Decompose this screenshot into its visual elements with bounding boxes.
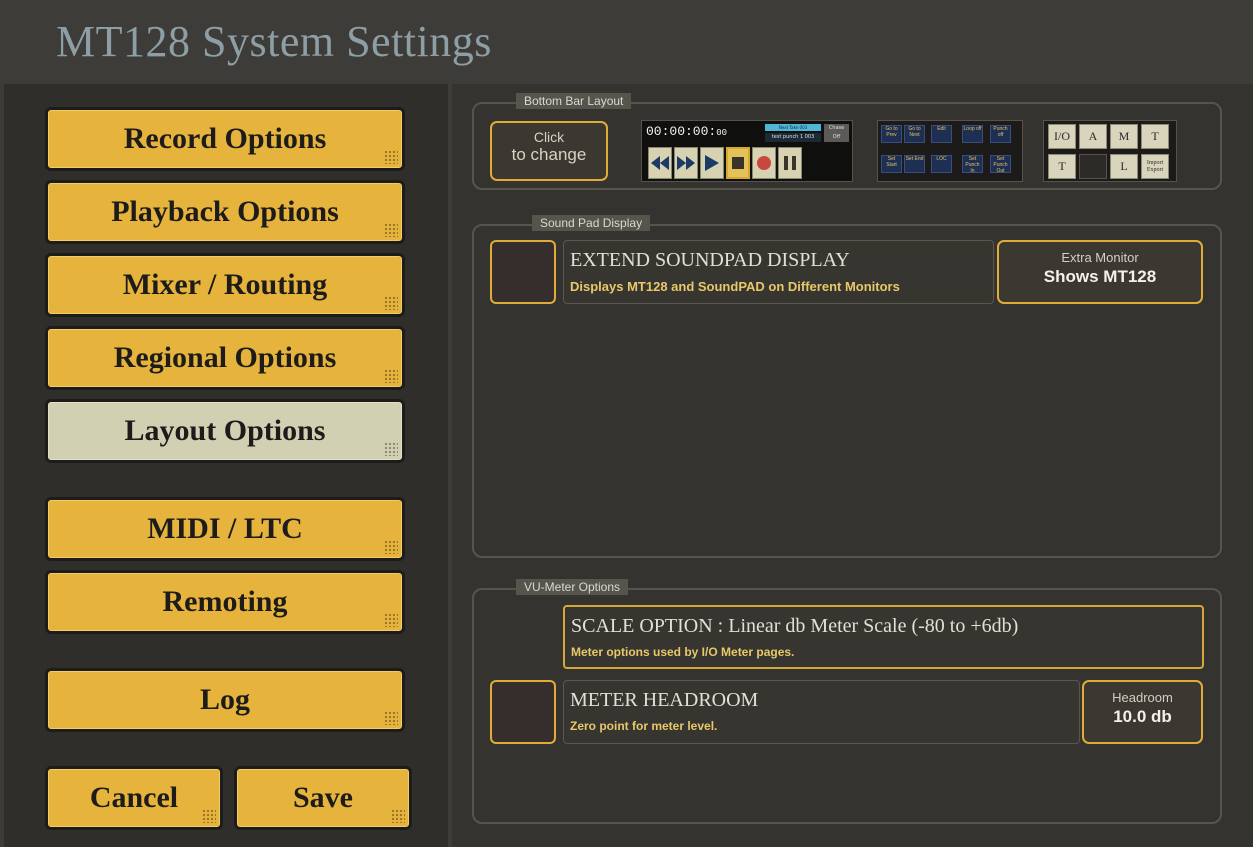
fast-forward-icon [674, 147, 698, 179]
cancel-button[interactable]: Cancel [45, 766, 223, 830]
nav-label: Playback Options [111, 195, 339, 228]
extend-soundpad-info: EXTEND SOUNDPAD DISPLAY Displays MT128 a… [563, 240, 994, 304]
set-punch-out-cell: Set Punch Out [990, 155, 1011, 174]
nav-log[interactable]: Log [45, 668, 405, 732]
nav-midi-ltc[interactable]: MIDI / LTC [45, 497, 405, 561]
io-tile: I/O [1048, 124, 1076, 149]
nav-playback-options[interactable]: Playback Options [45, 180, 405, 244]
nav-label: Layout Options [124, 414, 326, 447]
scale-option-desc: Meter options used by I/O Meter pages. [571, 645, 795, 659]
save-label: Save [293, 781, 353, 814]
meter-headroom-title: METER HEADROOM [570, 689, 759, 711]
extend-soundpad-title: EXTEND SOUNDPAD DISPLAY [570, 249, 850, 271]
nav-regional-options[interactable]: Regional Options [45, 326, 405, 390]
edit-cell: Edit [931, 125, 952, 143]
click-to-change-button[interactable]: Click to change [490, 121, 608, 181]
click-line1: Click [533, 129, 565, 145]
grip-icon [384, 442, 398, 456]
group-label: Bottom Bar Layout [516, 93, 632, 109]
stop-icon [726, 147, 750, 179]
headroom-caption: Headroom [1112, 690, 1173, 705]
nav-label: Record Options [123, 122, 327, 155]
loop-cell: Loop off [962, 125, 983, 143]
set-end-cell: Set End [904, 155, 925, 173]
go-prev-cell: Go to Prev [881, 125, 902, 143]
grip-icon [384, 296, 398, 310]
punch-off-cell: Punch off [990, 125, 1011, 143]
locator-buttons-preview: Go to Prev Go to Next Edit Loop off Punc… [877, 120, 1023, 182]
extra-monitor-button[interactable]: Extra Monitor Shows MT128 [997, 240, 1203, 304]
group-label: Sound Pad Display [532, 215, 651, 231]
list-tile: L [1110, 154, 1138, 179]
grip-icon [384, 223, 398, 237]
headroom-value-button[interactable]: Headroom 10.0 db [1082, 680, 1203, 744]
grip-icon [384, 150, 398, 164]
grip-icon [384, 369, 398, 383]
nav-label: Mixer / Routing [122, 268, 328, 301]
meter-headroom-desc: Zero point for meter level. [570, 719, 718, 733]
scale-option-title: SCALE OPTION : Linear db Meter Scale (-8… [571, 615, 1019, 637]
grip-icon [202, 809, 216, 823]
tracks-tile: T [1048, 154, 1076, 179]
nav-layout-options[interactable]: Layout Options [45, 399, 405, 463]
extra-monitor-caption: Extra Monitor [1061, 250, 1139, 265]
window-title: MT128 System Settings [56, 17, 492, 66]
chase-indicator: Chase Off [824, 124, 849, 142]
nav-label: Remoting [162, 585, 288, 618]
import-export-tile: Import Export [1141, 154, 1169, 179]
extend-soundpad-toggle[interactable] [490, 240, 556, 304]
record-icon [752, 147, 776, 179]
go-next-cell: Go to Next [904, 125, 925, 143]
pause-icon [778, 147, 802, 179]
meter-headroom-info: METER HEADROOM Zero point for meter leve… [563, 680, 1080, 744]
m-tile: M [1110, 124, 1138, 149]
chase-value: Off [832, 134, 841, 140]
nav-label: MIDI / LTC [147, 512, 303, 545]
save-button[interactable]: Save [234, 766, 412, 830]
transport-preview: 00:00:00:00 Next Take 003 test punch 1 0… [641, 120, 853, 182]
extra-monitor-value: Shows MT128 [1043, 267, 1157, 286]
a-tile: A [1079, 124, 1107, 149]
next-take-label: Next Take 003 [765, 124, 821, 131]
t-tile: T [1141, 124, 1169, 149]
blank-tile [1079, 154, 1107, 179]
grip-icon [384, 711, 398, 725]
click-line2: to change [511, 145, 587, 164]
grip-icon [384, 540, 398, 554]
loc-cell: LOC [931, 155, 952, 173]
nav-remoting[interactable]: Remoting [45, 570, 405, 634]
rewind-icon [648, 147, 672, 179]
grip-icon [391, 809, 405, 823]
io-buttons-preview: I/O A M T T L Import Export [1043, 120, 1177, 182]
scale-option-button[interactable]: SCALE OPTION : Linear db Meter Scale (-8… [563, 605, 1204, 669]
play-icon [700, 147, 724, 179]
set-start-cell: Set Start [881, 155, 902, 173]
grip-icon [384, 613, 398, 627]
meter-headroom-toggle[interactable] [490, 680, 556, 744]
set-punch-in-cell: Set Punch In [962, 155, 983, 174]
nav-record-options[interactable]: Record Options [45, 107, 405, 171]
chase-label: Chase [828, 125, 845, 131]
nav-label: Log [199, 683, 250, 716]
timecode-display: 00:00:00:00 [646, 124, 728, 139]
extend-soundpad-desc: Displays MT128 and SoundPAD on Different… [570, 279, 900, 294]
cancel-label: Cancel [89, 781, 179, 814]
test-punch-label: test punch 1 003 [765, 133, 821, 142]
nav-label: Regional Options [113, 341, 337, 374]
nav-mixer-routing[interactable]: Mixer / Routing [45, 253, 405, 317]
headroom-value: 10.0 db [1113, 707, 1172, 726]
group-label: VU-Meter Options [516, 579, 629, 595]
